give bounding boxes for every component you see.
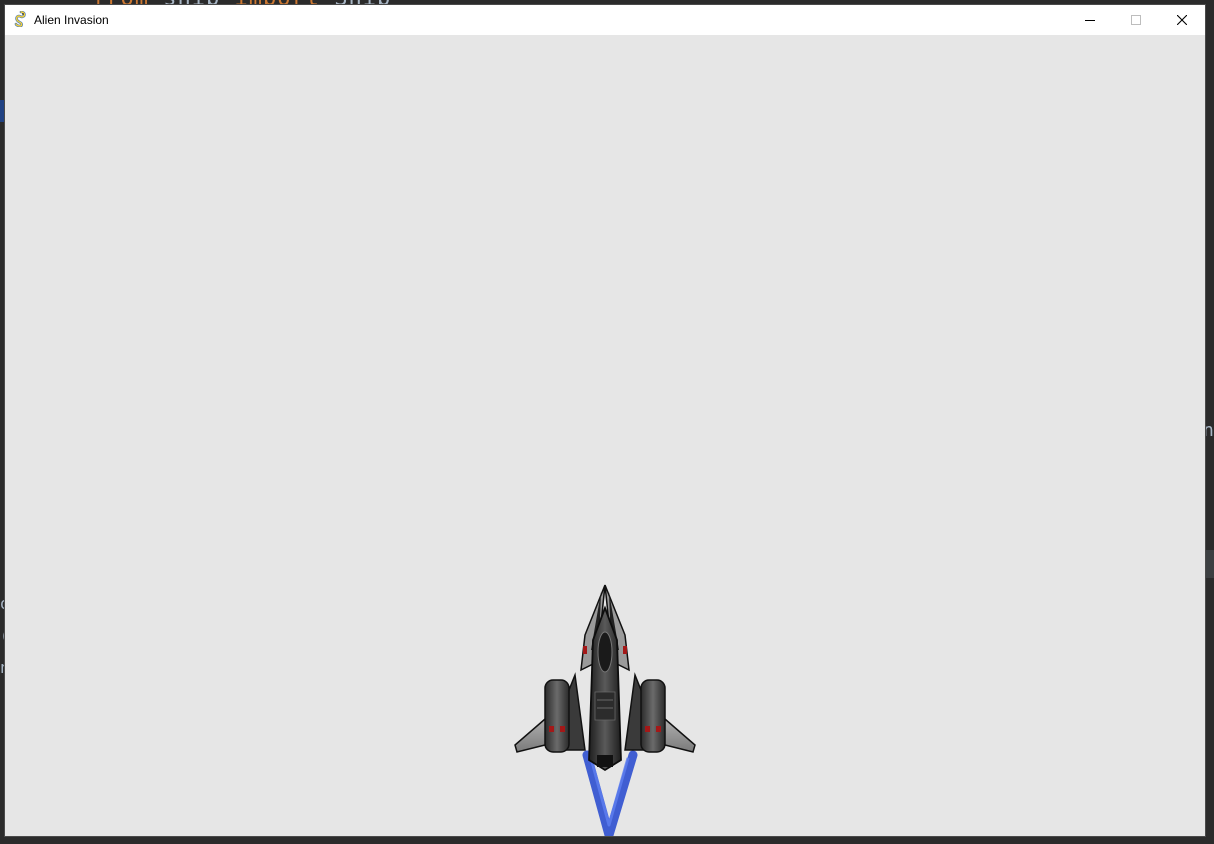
left-engine-pod — [544, 679, 570, 753]
game-window: Alien Invasion — [5, 5, 1205, 836]
cockpit — [597, 631, 613, 673]
background-right-bar — [1205, 550, 1214, 578]
minimize-icon — [1085, 20, 1095, 21]
player-ship — [514, 584, 696, 836]
maximize-icon — [1131, 15, 1141, 25]
right-engine-pod — [640, 679, 666, 753]
game-canvas[interactable] — [5, 35, 1205, 836]
pygame-snake-icon — [14, 11, 26, 27]
window-titlebar[interactable]: Alien Invasion — [5, 5, 1205, 35]
maximize-button[interactable] — [1113, 5, 1159, 35]
close-button[interactable] — [1159, 5, 1205, 35]
minimize-button[interactable] — [1067, 5, 1113, 35]
close-icon — [1177, 15, 1187, 25]
window-title: Alien Invasion — [34, 13, 109, 27]
